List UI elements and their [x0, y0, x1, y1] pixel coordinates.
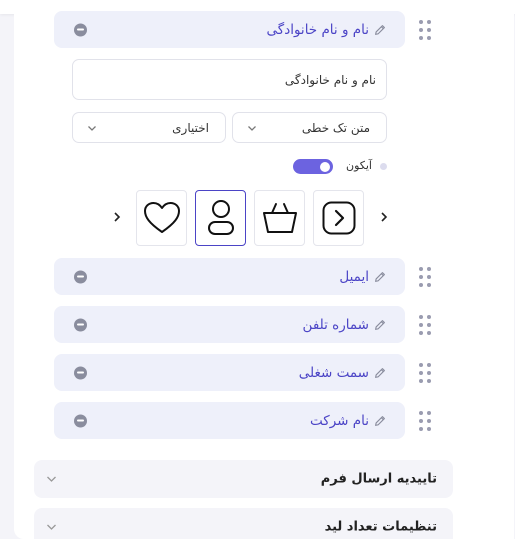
remove-field-icon[interactable]: [74, 414, 87, 427]
chevron-down-icon: [248, 126, 256, 131]
section-title: تنظیمات تعداد لید: [324, 519, 437, 535]
pencil-icon[interactable]: [373, 23, 387, 37]
icon-option-user[interactable]: [195, 190, 246, 246]
field-required-value: اختیاری: [172, 120, 209, 135]
carousel-prev-arrow-icon[interactable]: [112, 209, 122, 225]
field-row-job-title[interactable]: سمت شغلی: [54, 354, 405, 391]
remove-field-icon[interactable]: [74, 318, 87, 331]
pencil-icon[interactable]: [373, 414, 387, 428]
icon-toggle-label: آیکون: [346, 159, 372, 172]
drag-handle-icon[interactable]: [419, 20, 433, 40]
remove-field-icon[interactable]: [74, 270, 87, 283]
chevron-right-square-icon: [322, 201, 355, 235]
field-row-full-name[interactable]: نام و نام خانوادگی: [54, 11, 405, 48]
section-lead-count-settings[interactable]: تنظیمات تعداد لید: [34, 508, 453, 539]
carousel-next-arrow-icon[interactable]: [379, 209, 389, 225]
drag-handle-icon[interactable]: [419, 315, 433, 335]
heart-icon: [143, 202, 180, 233]
field-type-select[interactable]: متن تک خطی: [232, 112, 387, 143]
pencil-icon[interactable]: [373, 366, 387, 380]
field-placeholder-input-wrapper: [72, 59, 387, 100]
basket-icon: [262, 203, 297, 233]
chevron-down-icon: [47, 476, 56, 482]
field-row-email[interactable]: ایمیل: [54, 258, 405, 295]
field-row-company[interactable]: نام شرکت: [54, 402, 405, 439]
remove-field-icon[interactable]: [74, 23, 87, 36]
field-type-value: متن تک خطی: [301, 120, 370, 135]
drag-handle-icon[interactable]: [419, 411, 433, 431]
field-placeholder-input[interactable]: [86, 60, 376, 99]
icon-toggle-row: آیکون: [290, 158, 390, 176]
section-form-submit-confirmation[interactable]: تاییدیه ارسال فرم: [34, 460, 453, 498]
field-label: نام شرکت: [310, 412, 369, 429]
pencil-icon[interactable]: [373, 318, 387, 332]
chevron-down-icon: [47, 524, 56, 530]
field-label: شماره تلفن: [302, 316, 369, 333]
remove-field-icon[interactable]: [74, 366, 87, 379]
section-title: تاییدیه ارسال فرم: [320, 471, 437, 487]
pencil-icon[interactable]: [373, 270, 387, 284]
field-required-select[interactable]: اختیاری: [72, 112, 226, 143]
field-label: ایمیل: [339, 268, 369, 285]
user-icon: [207, 200, 234, 235]
field-label: نام و نام خانوادگی: [266, 21, 369, 38]
icon-option-basket[interactable]: [254, 190, 305, 246]
toggle-indicator-dot: [380, 163, 387, 170]
icon-option-heart[interactable]: [136, 190, 187, 246]
field-label: سمت شغلی: [298, 364, 369, 381]
field-row-phone[interactable]: شماره تلفن: [54, 306, 405, 343]
icon-toggle-switch[interactable]: [293, 159, 333, 174]
drag-handle-icon[interactable]: [419, 267, 433, 287]
chevron-down-icon: [88, 126, 96, 131]
drag-handle-icon[interactable]: [419, 363, 433, 383]
toggle-knob: [320, 161, 330, 172]
icon-option-chevron-square[interactable]: [313, 190, 364, 246]
